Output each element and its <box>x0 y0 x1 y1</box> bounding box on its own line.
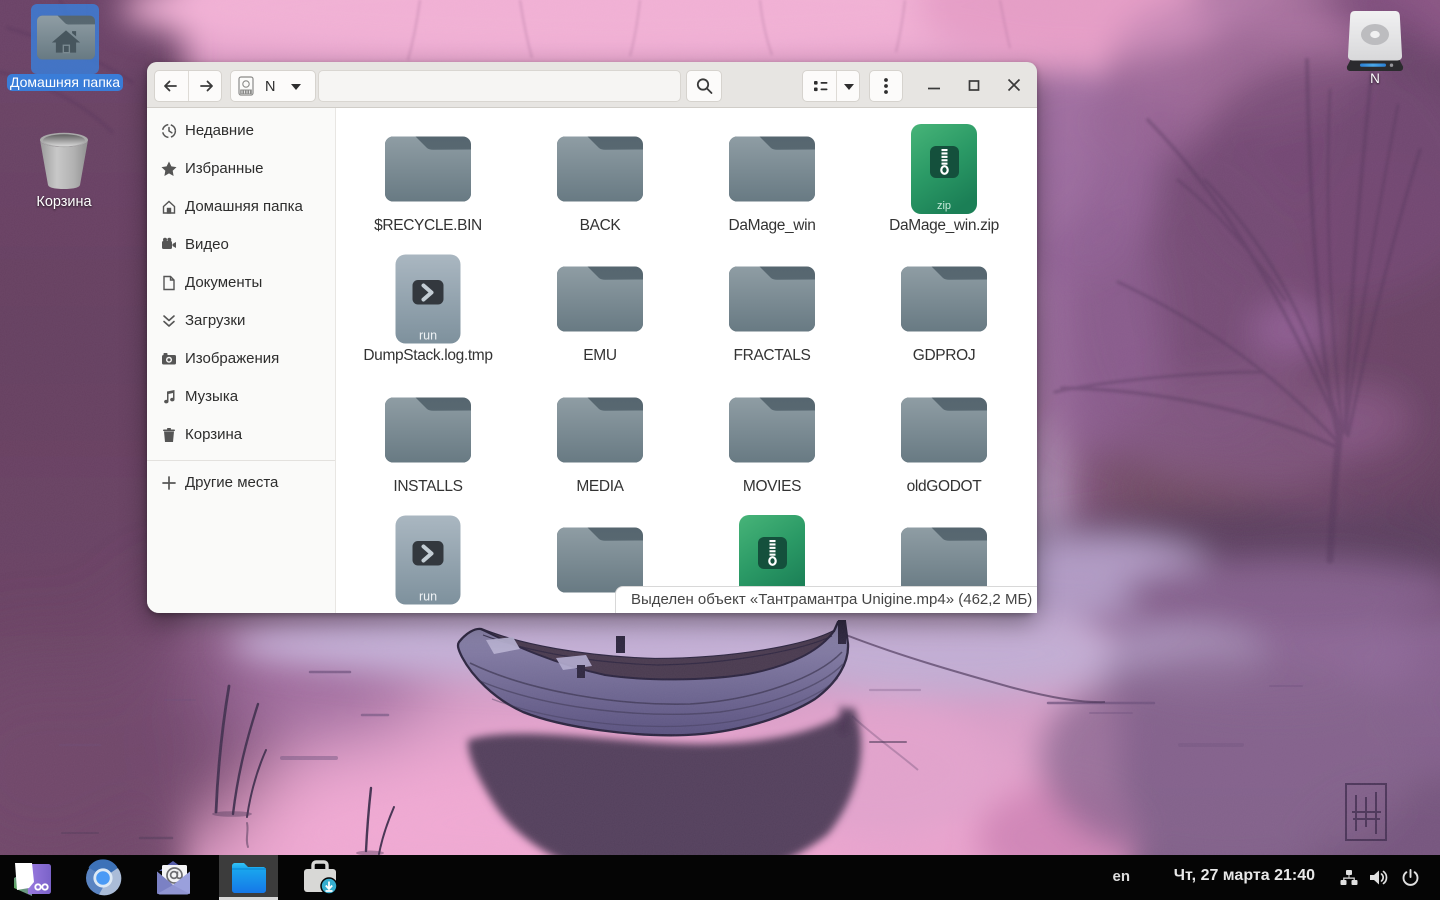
svg-text:N: N <box>265 79 275 95</box>
